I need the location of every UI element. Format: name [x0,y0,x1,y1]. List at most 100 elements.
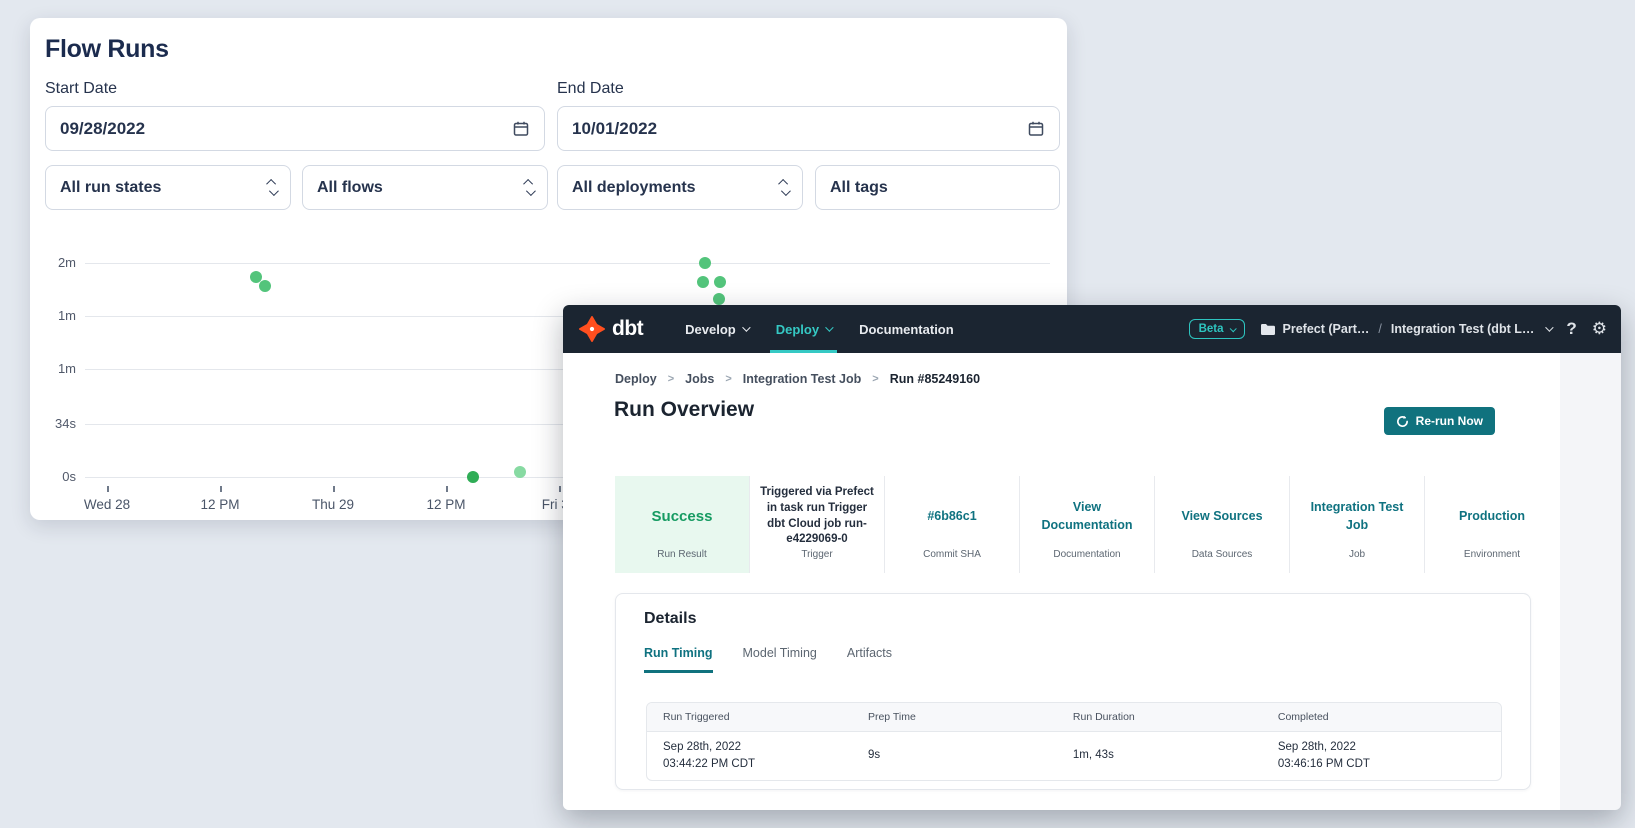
environment-name[interactable]: Integration Test (dbt L… [1391,322,1535,336]
details-tabs: Run Timing Model Timing Artifacts [644,646,892,673]
rerun-now-label: Re-run Now [1416,414,1483,428]
table-row: Sep 28th, 202203:44:22 PM CDT9s1m, 43sSe… [647,732,1501,780]
y-axis-tick-label: 1m [38,308,76,323]
run-summary-cards: SuccessRun ResultTriggered via Prefect i… [615,476,1559,573]
project-name[interactable]: Prefect (Part… [1283,322,1370,336]
dbt-nav-menu: Develop Deploy Documentation [673,305,966,353]
details-title: Details [644,610,696,628]
table-cell-line: Sep 28th, 2022 [1278,739,1501,756]
chevron-down-icon [825,323,833,331]
nav-item-develop[interactable]: Develop [673,305,760,353]
summary-card-data-sources[interactable]: View Sources Data Sources [1154,476,1289,573]
table-cell-line: 03:46:16 PM CDT [1278,756,1501,773]
nav-item-label: Develop [685,322,736,337]
breadcrumb-separator: > [668,373,674,385]
x-axis-tick-mark [446,486,448,492]
y-axis-tick-label: 1m [38,361,76,376]
nav-item-documentation[interactable]: Documentation [847,305,966,353]
beta-label: Beta [1199,323,1224,335]
card-value: Triggered via Prefect in task run Trigge… [759,485,875,547]
table-column-header: Prep Time [852,711,1057,723]
card-value[interactable]: #6b86c1 [927,508,976,526]
summary-card-environment[interactable]: Production Environment [1424,476,1559,573]
x-axis-tick-mark [107,486,109,492]
table-column-header: Run Duration [1057,711,1262,723]
account-breadcrumb: Prefect (Part… / Integration Test (dbt L… [1260,322,1552,336]
dbt-content: Deploy>Jobs>Integration Test Job>Run #85… [563,353,1560,810]
dbt-cloud-window: dbt Develop Deploy Documentation Beta Pref… [563,305,1621,810]
dbt-navbar: dbt Develop Deploy Documentation Beta Pref… [563,305,1621,353]
x-axis-tick-mark [220,486,222,492]
summary-card-trigger: Triggered via Prefect in task run Trigge… [749,476,884,573]
dbt-logo[interactable]: dbt [579,305,643,353]
flow-run-point[interactable] [713,293,725,305]
flow-run-point[interactable] [259,280,271,292]
x-axis-tick-label: 12 PM [185,497,255,512]
chevron-down-icon [1229,325,1236,332]
x-axis-tick-mark [333,486,335,492]
table-header-row: Run TriggeredPrep TimeRun DurationComple… [647,703,1501,732]
card-value[interactable]: View Sources [1181,508,1262,526]
card-value[interactable]: Integration Test Job [1299,499,1415,534]
help-button[interactable]: ? [1566,319,1576,339]
tab-model-timing[interactable]: Model Timing [743,646,817,673]
x-axis-tick-label: Wed 28 [72,497,142,512]
card-label: Documentation [1020,549,1154,573]
table-column-header: Completed [1262,711,1501,723]
breadcrumb: Deploy>Jobs>Integration Test Job>Run #85… [615,372,980,386]
x-axis-tick-mark [559,486,561,492]
chevron-down-icon [742,323,750,331]
card-value[interactable]: Production [1459,508,1525,526]
flow-run-point[interactable] [714,276,726,288]
chart-gridline [85,263,1050,264]
table-cell: Sep 28th, 202203:44:22 PM CDT [647,733,852,780]
flow-run-point[interactable] [467,471,479,483]
settings-button[interactable]: ⚙ [1592,319,1607,339]
project-separator: / [1378,322,1381,336]
breadcrumb-item[interactable]: Jobs [685,372,714,386]
question-mark-icon: ? [1566,319,1576,339]
beta-dropdown[interactable]: Beta [1189,319,1245,339]
breadcrumb-item[interactable]: Deploy [615,372,657,386]
card-label: Commit SHA [885,549,1019,573]
nav-item-deploy[interactable]: Deploy [764,305,843,353]
card-label: Environment [1425,549,1559,573]
y-axis-tick-label: 2m [38,255,76,270]
table-cell: 9s [852,741,1057,770]
tab-artifacts[interactable]: Artifacts [847,646,892,673]
card-value[interactable]: View Documentation [1029,499,1145,534]
table-cell: 1m, 43s [1057,741,1262,770]
folder-icon [1260,323,1276,336]
breadcrumb-separator: > [872,373,878,385]
summary-card-commit-sha[interactable]: #6b86c1 Commit SHA [884,476,1019,573]
card-label: Data Sources [1155,549,1289,573]
card-label: Trigger [750,549,884,573]
table-cell-line: Sep 28th, 2022 [663,739,852,756]
run-timing-table: Run TriggeredPrep TimeRun DurationComple… [646,702,1502,781]
tab-run-timing[interactable]: Run Timing [644,646,713,673]
card-value: Success [652,506,713,527]
table-cell-line: 03:44:22 PM CDT [663,756,852,773]
y-axis-tick-label: 34s [38,416,76,431]
x-axis-tick-label: 12 PM [411,497,481,512]
y-axis-tick-label: 0s [38,469,76,484]
rerun-now-button[interactable]: Re-run Now [1384,407,1495,435]
nav-item-label: Documentation [859,322,954,337]
card-label: Job [1290,549,1424,573]
table-cell: Sep 28th, 202203:46:16 PM CDT [1262,733,1501,780]
refresh-icon [1396,415,1409,428]
breadcrumb-item: Run #85249160 [890,372,980,386]
summary-card-documentation[interactable]: View Documentation Documentation [1019,476,1154,573]
dbt-navbar-right: Beta Prefect (Part… / Integration Test (… [1189,305,1607,353]
breadcrumb-item[interactable]: Integration Test Job [743,372,862,386]
chevron-down-icon [1546,323,1554,331]
gear-icon: ⚙ [1592,319,1607,339]
table-cell-line: 1m, 43s [1073,747,1262,764]
table-column-header: Run Triggered [647,711,852,723]
nav-item-label: Deploy [776,322,819,337]
summary-card-job[interactable]: Integration Test Job Job [1289,476,1424,573]
dbt-logo-text: dbt [612,317,643,341]
flow-run-point[interactable] [699,257,711,269]
flow-run-point[interactable] [697,276,709,288]
run-overview-title: Run Overview [614,398,754,422]
